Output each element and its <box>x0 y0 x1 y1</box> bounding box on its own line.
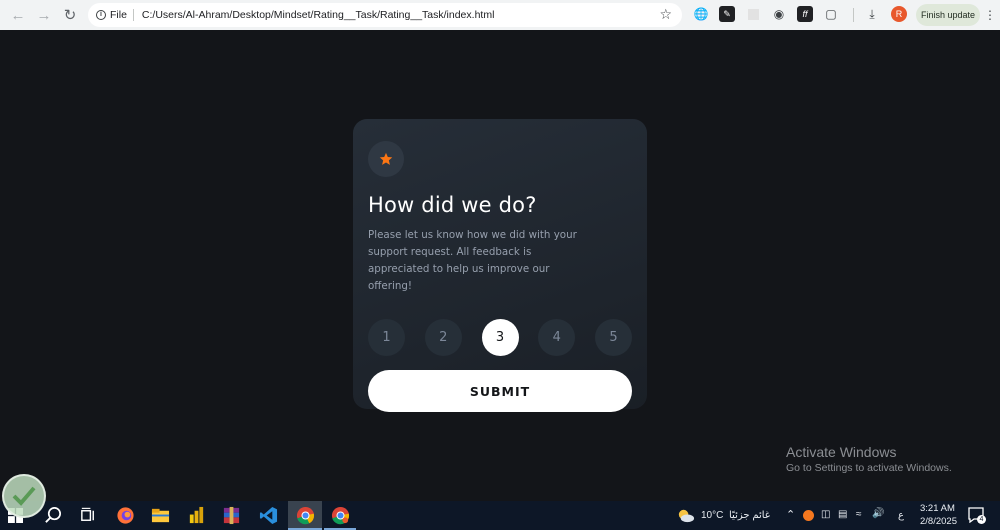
star-badge <box>368 141 404 177</box>
extension-square-icon[interactable] <box>745 6 761 22</box>
finish-update-button[interactable]: Finish update <box>916 4 980 26</box>
menu-kebab-icon[interactable]: ⋮ <box>984 7 996 23</box>
rating-option-1[interactable]: 1 <box>368 319 405 356</box>
clock-time[interactable]: 3:21 AM <box>920 503 955 514</box>
firefox-icon[interactable] <box>116 506 135 525</box>
browser-toolbar: ← → ↻ i File C:/Users/Al-Ahram/Desktop/M… <box>0 0 1000 30</box>
record-icon[interactable]: ◉ <box>771 6 787 22</box>
profile-avatar[interactable]: R <box>891 6 907 22</box>
check-logo-icon <box>12 486 36 506</box>
chrome-profile-icon[interactable] <box>331 506 350 525</box>
rating-card: How did we do? Please let us know how we… <box>353 119 647 412</box>
logo-watermark <box>2 474 46 518</box>
weather-temperature[interactable]: 10°C <box>701 510 723 521</box>
avast-icon[interactable] <box>803 510 814 521</box>
winrar-icon[interactable] <box>222 506 241 525</box>
chevron-up-icon[interactable]: ⌃ <box>786 508 795 521</box>
info-icon[interactable]: i <box>96 10 106 20</box>
translate-icon[interactable]: 🌐 <box>693 6 709 22</box>
card-title: How did we do? <box>368 193 537 217</box>
card-description: Please let us know how we did with your … <box>368 229 577 292</box>
rating-option-5[interactable]: 5 <box>595 319 632 356</box>
rating-option-2[interactable]: 2 <box>424 319 462 356</box>
notification-count-badge: 4 <box>977 515 986 524</box>
rating-option-4[interactable]: 4 <box>538 319 576 356</box>
url-text[interactable]: C:/Users/Al-Ahram/Desktop/Mindset/Rating… <box>142 9 494 21</box>
wifi-icon[interactable]: ≈ <box>856 509 862 520</box>
reload-icon[interactable]: ↻ <box>57 2 83 28</box>
task-view-icon[interactable] <box>79 506 98 525</box>
extensions-puzzle-icon[interactable]: ▢ <box>823 6 839 22</box>
rating-options: 1 2 3 4 5 <box>368 319 632 356</box>
vscode-icon[interactable] <box>259 506 278 525</box>
battery-icon[interactable]: ▤ <box>838 509 847 520</box>
extension-pen-icon[interactable]: ✎ <box>719 6 735 22</box>
activation-subtitle: Go to Settings to activate Windows. <box>786 462 952 474</box>
volume-icon[interactable]: 🔊 <box>872 508 884 519</box>
activation-watermark: Activate Windows Go to Settings to activ… <box>786 444 952 474</box>
device-icon[interactable]: ◫ <box>821 509 830 520</box>
taskbar: 10°C غائم جزئيًا ⌃ ◫ ▤ ≈ 🔊 ع 3:21 AM 2/8… <box>0 501 1000 530</box>
clock-date[interactable]: 2/8/2025 <box>920 516 957 527</box>
chrome-icon[interactable] <box>296 506 315 525</box>
power-bi-icon[interactable] <box>187 506 206 525</box>
activation-title: Activate Windows <box>786 444 897 460</box>
site-chip[interactable]: File <box>110 9 134 21</box>
search-icon[interactable] <box>44 506 63 525</box>
back-icon[interactable]: ← <box>5 2 31 28</box>
weather-icon[interactable] <box>676 506 695 525</box>
language-indicator[interactable]: ع <box>898 510 904 521</box>
extension-font-icon[interactable]: ff <box>797 6 813 22</box>
rating-option-3[interactable]: 3 <box>481 319 519 356</box>
toolbar-divider <box>853 8 854 22</box>
file-explorer-icon[interactable] <box>151 506 170 525</box>
bookmark-star-icon[interactable]: ☆ <box>659 6 672 23</box>
star-icon <box>379 152 393 165</box>
address-bar[interactable]: i File C:/Users/Al-Ahram/Desktop/Mindset… <box>88 3 682 27</box>
forward-icon[interactable]: → <box>31 2 57 28</box>
submit-button[interactable]: SUBMIT <box>368 370 632 412</box>
weather-description[interactable]: غائم جزئيًا <box>729 510 770 521</box>
download-icon[interactable]: ⤓ <box>864 6 880 22</box>
